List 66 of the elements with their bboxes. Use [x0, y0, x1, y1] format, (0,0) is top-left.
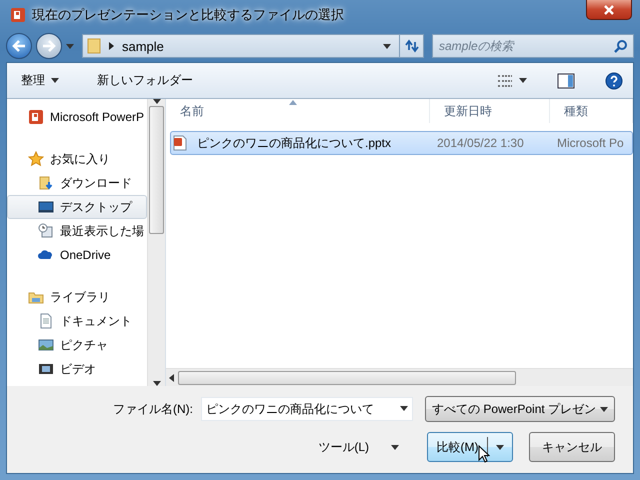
presentation-file-icon	[173, 135, 187, 151]
file-name-label: ファイル名(N):	[113, 400, 193, 418]
address-path: sample	[122, 38, 165, 54]
back-button[interactable]	[6, 33, 32, 59]
help-button[interactable]	[603, 70, 625, 92]
forward-arrow-icon	[42, 40, 56, 52]
close-icon	[604, 4, 614, 14]
file-name-field[interactable]: ピンクのワニの商品化について	[201, 397, 413, 421]
navigation-item[interactable]: ライブラリ	[7, 285, 147, 309]
picture-icon	[38, 337, 54, 353]
scroll-down-icon	[152, 381, 160, 386]
download-folder-icon	[38, 175, 54, 191]
mouse-pointer-icon	[478, 445, 490, 463]
scroll-thumb[interactable]	[178, 370, 516, 384]
column-header[interactable]: 名前	[166, 99, 430, 123]
vertical-scrollbar[interactable]	[147, 99, 165, 386]
list-view-icon	[497, 74, 513, 88]
folder-icon	[87, 38, 101, 54]
search-field[interactable]: sampleの検索	[432, 34, 634, 58]
cancel-button[interactable]: キャンセル	[529, 432, 615, 462]
navigation-item[interactable]: ビデオ	[7, 357, 147, 381]
preview-pane-button[interactable]	[555, 70, 577, 90]
address-bar[interactable]: sample	[82, 34, 424, 58]
compare-split-button[interactable]: 比較(M)	[427, 432, 513, 462]
scroll-left-icon	[169, 374, 174, 382]
navigation-item[interactable]: お気に入り	[7, 147, 147, 171]
horizontal-scrollbar[interactable]	[166, 368, 633, 386]
navigation-item[interactable]: ドキュメント	[7, 309, 147, 333]
history-caret-icon	[66, 44, 74, 48]
column-header[interactable]: 種類	[550, 99, 633, 123]
tools-menu[interactable]: ツール(L)	[312, 438, 405, 456]
preview-pane-icon	[557, 72, 575, 88]
file-row[interactable]: ピンクのワニの商品化について.pptx 2014/05/22 1:30 Microsoft Po	[170, 131, 633, 155]
presentation-app-icon	[28, 109, 44, 125]
navigation-item[interactable]: ピクチャ	[7, 333, 147, 357]
caret-icon	[391, 444, 399, 450]
navigation-item[interactable]: Microsoft PowerP	[7, 105, 147, 129]
film-icon	[38, 361, 54, 377]
organize-menu[interactable]: 整理	[15, 68, 65, 93]
caret-icon	[496, 444, 504, 450]
scroll-thumb[interactable]	[149, 106, 164, 234]
star-icon	[28, 151, 44, 167]
address-caret-icon	[383, 44, 391, 48]
caret-icon	[400, 406, 408, 411]
chevron-icon	[109, 42, 114, 50]
desktop-icon	[38, 199, 54, 215]
file-type-dropdown[interactable]: すべての PowerPoint プレゼン	[425, 396, 615, 422]
caret-icon	[519, 78, 527, 83]
navigation-item[interactable]: 最近表示した場	[7, 219, 147, 243]
new-folder-button[interactable]: 新しいフォルダー	[91, 68, 199, 93]
navigation-item[interactable]: OneDrive	[7, 243, 147, 267]
forward-button[interactable]	[36, 33, 62, 59]
search-icon	[614, 39, 628, 53]
back-arrow-icon	[12, 40, 26, 52]
recent-places-icon	[38, 223, 54, 239]
close-button[interactable]	[586, 0, 632, 20]
refresh-arrows-icon	[404, 39, 420, 53]
navigation-item[interactable]: デスクトップ	[7, 195, 147, 219]
document-icon	[38, 313, 54, 329]
caret-icon	[600, 406, 608, 412]
caret-icon	[51, 78, 59, 83]
navigation-item[interactable]: ダウンロード	[7, 171, 147, 195]
presentation-app-icon	[10, 7, 26, 23]
window-title: 現在のプレゼンテーションと比較するファイルの選択	[32, 6, 344, 24]
column-header[interactable]: 更新日時	[430, 99, 550, 123]
help-icon	[605, 72, 623, 90]
